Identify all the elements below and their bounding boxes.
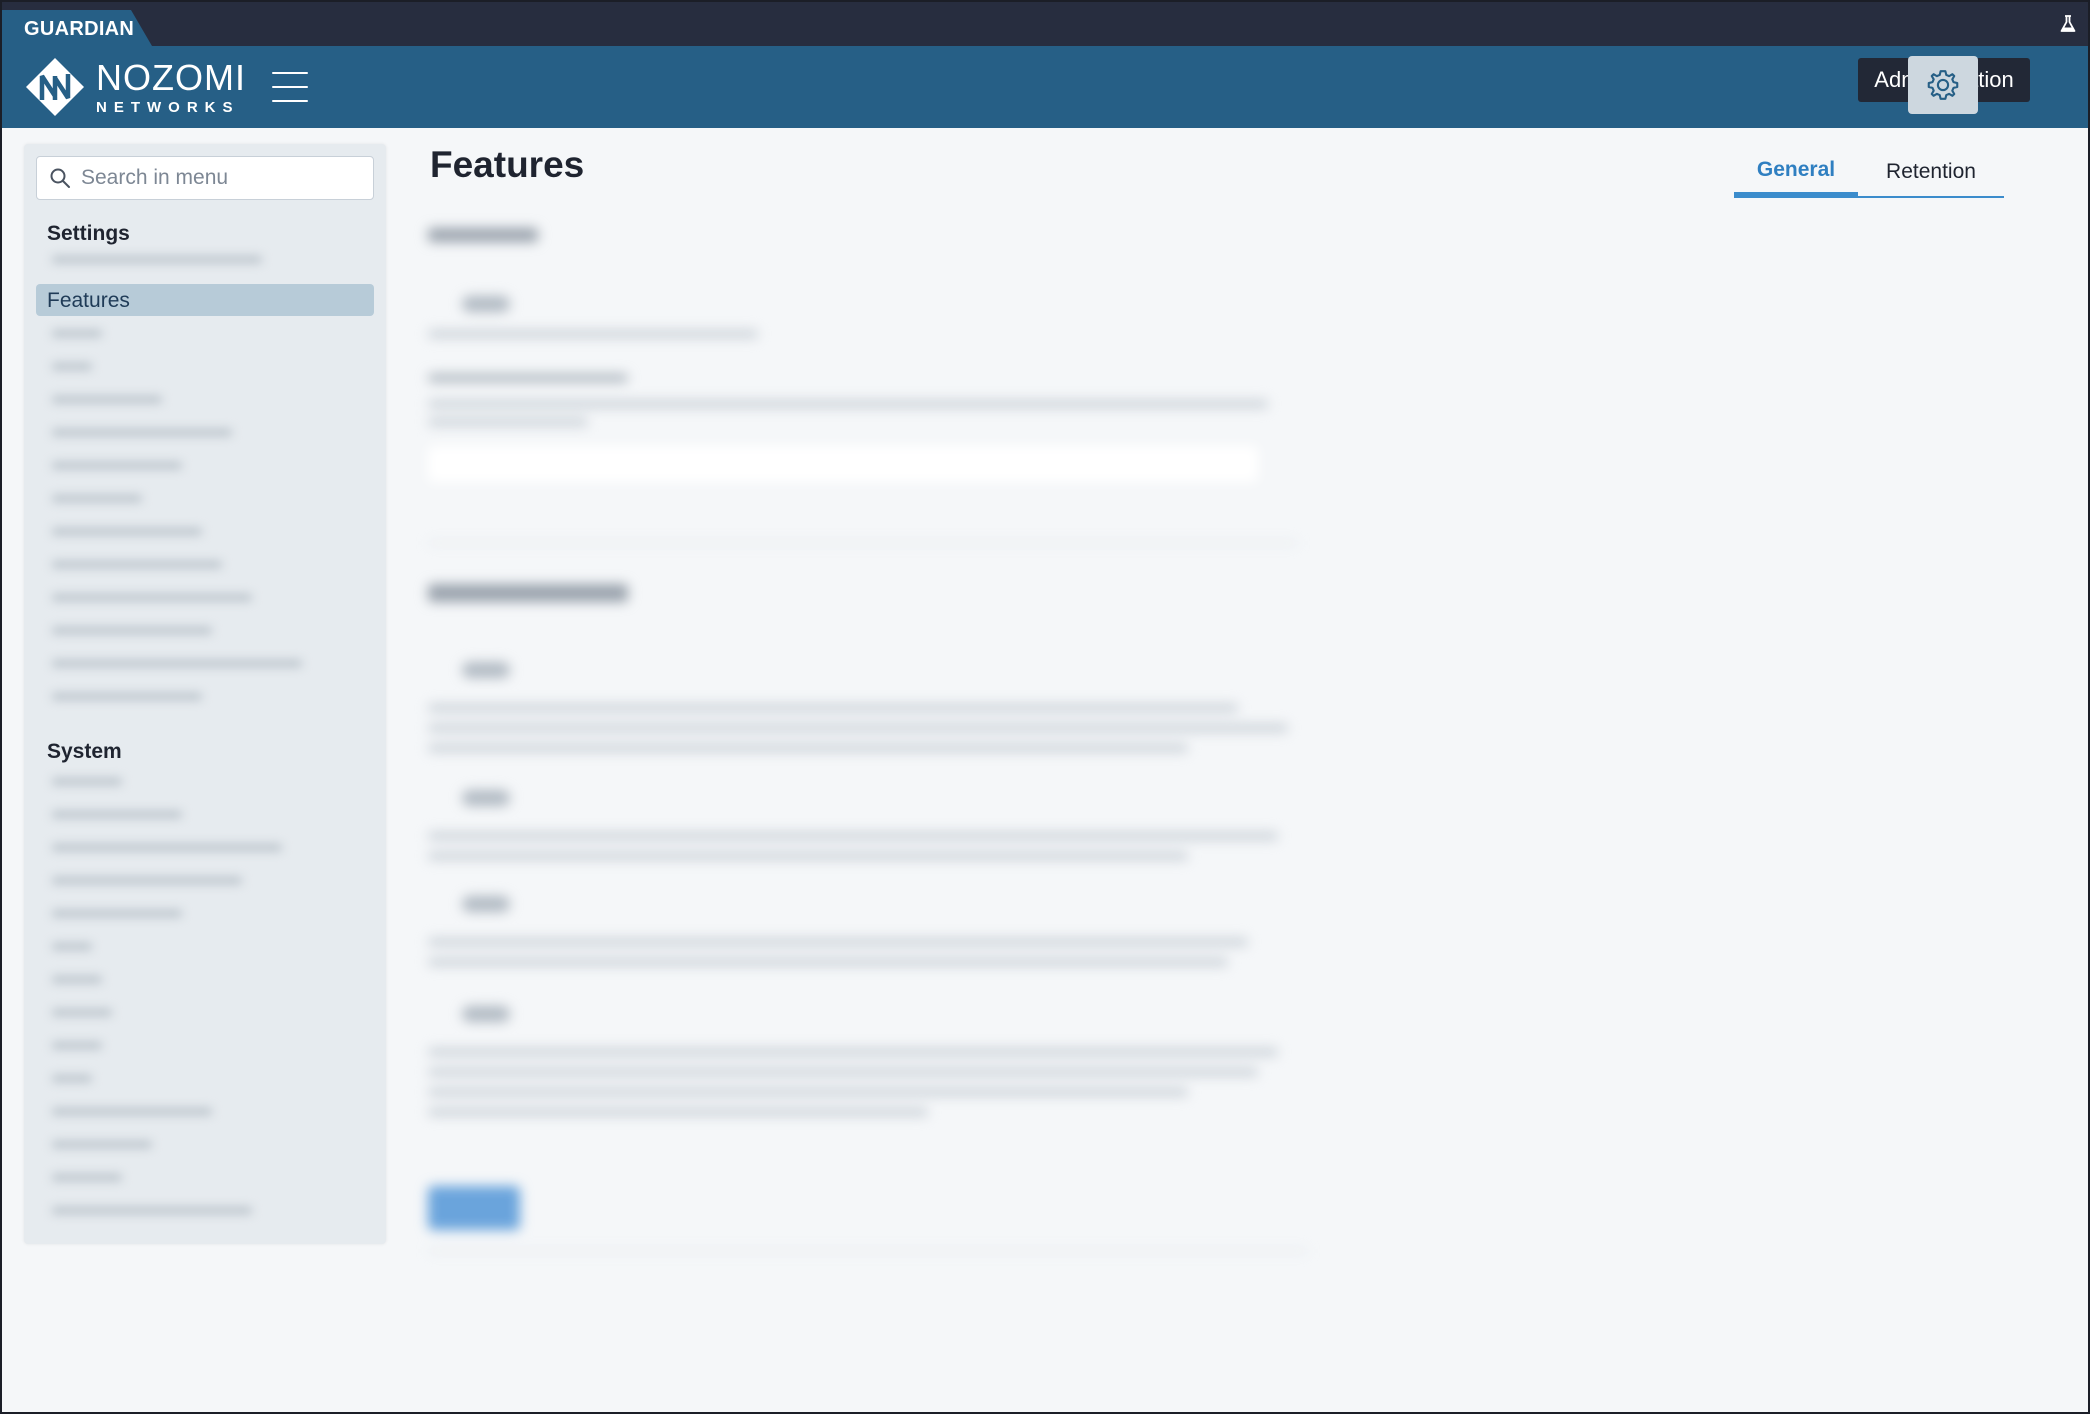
- product-label: GUARDIAN: [2, 10, 152, 46]
- app-header: NOZOMI NETWORKS Administration: [0, 46, 2090, 128]
- search-icon: [50, 168, 70, 188]
- page-title: Features: [430, 144, 585, 185]
- blurred-toggle[interactable]: [462, 662, 510, 678]
- blurred-settings-content: [428, 210, 1308, 1252]
- top-strip: GUARDIAN: [0, 0, 2090, 46]
- hamburger-icon[interactable]: [272, 72, 308, 102]
- sidebar-system-items-blurred[interactable]: [52, 778, 282, 1240]
- nozomi-logo-icon: [26, 58, 84, 116]
- blurred-save-button[interactable]: [428, 1186, 520, 1230]
- flask-icon[interactable]: [2058, 14, 2078, 34]
- tab-bar: General Retention: [1734, 148, 2004, 198]
- gear-icon: [1927, 70, 1959, 100]
- blurred-toggle[interactable]: [462, 896, 510, 912]
- search-input[interactable]: [81, 166, 361, 190]
- system-heading: System: [47, 740, 122, 763]
- blurred-toggle[interactable]: [462, 296, 510, 312]
- settings-heading: Settings: [47, 222, 130, 245]
- blurred-toggle[interactable]: [462, 1006, 510, 1022]
- sidebar: Settings Features System: [24, 144, 386, 1244]
- blurred-toggle[interactable]: [462, 790, 510, 806]
- logo-subwordmark: NETWORKS: [96, 98, 240, 116]
- sidebar-item-features[interactable]: Features: [36, 284, 374, 316]
- sidebar-settings-items-blurred[interactable]: [52, 330, 302, 726]
- blurred-input[interactable]: [428, 446, 1258, 482]
- sidebar-search[interactable]: [36, 156, 374, 200]
- tab-general[interactable]: General: [1734, 148, 1858, 196]
- nozomi-logo[interactable]: NOZOMI NETWORKS: [24, 56, 246, 118]
- logo-wordmark: NOZOMI: [96, 56, 246, 98]
- tab-retention[interactable]: Retention: [1858, 148, 2004, 196]
- administration-button[interactable]: [1908, 56, 1978, 114]
